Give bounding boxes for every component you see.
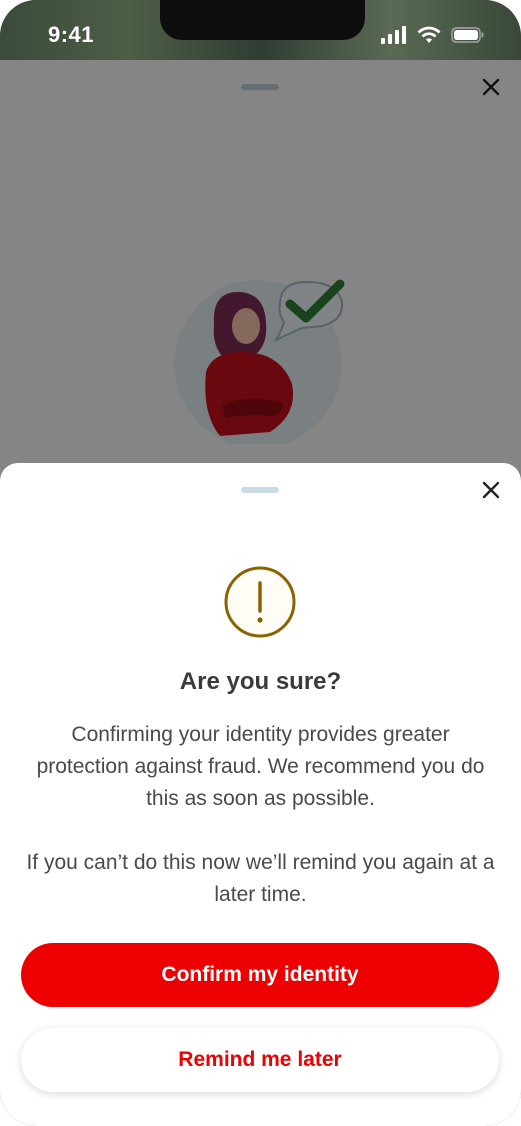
modal-title: Are you sure? [179,668,342,695]
remind-later-button[interactable]: Remind me later [21,1028,499,1092]
modal-drag-handle[interactable] [241,487,279,493]
status-bar: 9:41 [0,0,521,60]
wifi-icon [417,26,441,43]
modal-body: Confirming your identity provides greate… [24,719,497,943]
confirmation-modal: Are you sure? Confirming your identity p… [0,463,521,1126]
status-time: 9:41 [48,22,95,47]
signal-icon [381,26,406,44]
phone-frame: 9:41 Are you sure? Confirming your ident… [0,0,521,1126]
status-icons [381,26,485,44]
modal-paragraph-1: Confirming your identity provides greate… [36,723,485,810]
confirm-identity-button[interactable]: Confirm my identity [21,943,499,1007]
close-icon[interactable] [478,477,504,503]
notch [160,0,365,40]
modal-paragraph-2: If you can’t do this now we’ll remind yo… [26,851,495,906]
exclamation-icon [224,566,296,638]
battery-icon [451,27,484,43]
